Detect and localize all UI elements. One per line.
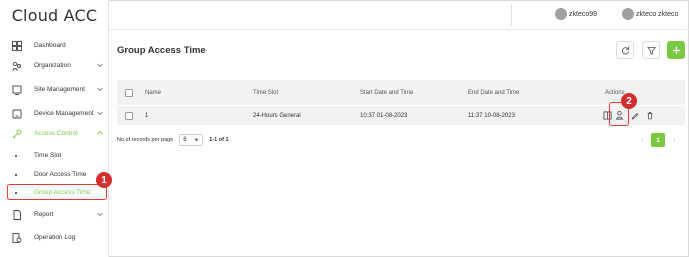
sidebar-item-label: Organization [34,62,71,69]
avatar-icon [622,8,634,20]
user-name: zkteco99 [569,10,598,18]
organization-icon [12,61,21,71]
sidebar: Cloud ACC Dashboard Organization Site Ma… [0,0,109,257]
column-header: Start Date and Time [360,90,414,96]
select-all-checkbox[interactable] [125,89,133,97]
operation-log-icon [12,233,22,243]
page-button-current[interactable]: 1 [651,133,665,147]
divider [511,4,512,26]
user-menu-1[interactable]: zkteco99 [555,8,597,20]
filter-button[interactable] [642,41,660,59]
cell-name: 1 [145,113,149,119]
table-row[interactable]: 1 24-Hours General 10:37 01-08-2023 11:3… [117,105,685,125]
avatar-icon [555,8,567,20]
column-header: Name [145,90,162,96]
sidebar-subitem-door-access-time[interactable]: Door Access Time [0,166,109,184]
sidebar-subitem-label: Time Slot [34,152,62,159]
sidebar-item-label: Access Control [34,130,78,137]
cell-end: 11:37 10-08-2023 [468,113,515,119]
user-menu-2[interactable]: zkteco zkteco [622,8,678,20]
sidebar-subitem-label: Door Access Time [34,171,87,178]
chevron-up-icon [97,130,103,135]
column-header: Time Slot [253,90,279,96]
sidebar-item-access-control[interactable]: Access Control [0,124,109,144]
app-logo: Cloud ACC [11,5,98,25]
plus-icon [672,46,680,54]
records-per-page-label: No.of records per page [117,137,174,143]
refresh-button[interactable] [616,41,634,59]
sidebar-item-site-management[interactable]: Site Management [0,80,109,100]
chevron-down-icon [97,63,103,68]
page-title: Group Access Time [117,45,206,56]
delete-icon[interactable] [646,111,654,120]
bullet-icon [15,155,17,157]
prev-page-button[interactable]: ‹ [635,133,649,147]
column-header: End Date and Time [468,90,520,96]
user-name: zkteco zkteco [636,10,679,18]
add-button[interactable] [667,41,685,59]
cell-time-slot: 24-Hours General [253,113,301,119]
filter-icon [646,46,656,55]
step-badge: 1 [96,172,112,188]
chevron-down-icon [97,111,103,116]
refresh-icon [621,46,629,54]
bullet-icon [15,174,17,176]
report-icon [13,210,21,220]
dashboard-icon [12,41,22,51]
sidebar-item-operation-log[interactable]: Operation Log [0,228,109,248]
caret-down-icon [194,138,199,142]
sidebar-item-label: Dashboard [34,42,66,49]
chevron-down-icon [97,87,103,92]
sidebar-item-dashboard[interactable]: Dashboard [0,36,109,56]
per-page-value: 8 [183,137,187,143]
table-header: Name Time Slot Start Date and Time End D… [117,80,685,105]
data-table: Name Time Slot Start Date and Time End D… [117,80,685,126]
sidebar-item-label: Report [34,211,54,218]
sidebar-item-label: Site Management [34,86,85,93]
sidebar-subitem-time-slot[interactable]: Time Slot [0,147,109,165]
sidebar-item-device-management[interactable]: Device Management [0,104,109,124]
step-badge: 2 [621,93,637,109]
pagination-footer: No.of records per page 8 1-1 of 1 [117,133,229,147]
per-page-select[interactable]: 8 [179,134,204,146]
device-icon [12,109,22,119]
sidebar-item-report[interactable]: Report [0,205,109,225]
next-page-button[interactable]: › [667,133,681,147]
access-control-icon [12,129,22,139]
row-checkbox[interactable] [125,112,133,120]
sidebar-item-organization[interactable]: Organization [0,56,109,76]
site-icon [12,85,22,95]
cell-start: 10:37 01-08-2023 [360,113,408,119]
chevron-down-icon [97,212,103,217]
top-bar [109,0,689,30]
sidebar-item-label: Operation Log [34,234,76,241]
sidebar-item-label: Device Management [34,110,94,117]
edit-icon[interactable] [631,111,639,120]
highlight-group-access-time [7,184,107,200]
record-range: 1-1 of 1 [209,137,229,143]
